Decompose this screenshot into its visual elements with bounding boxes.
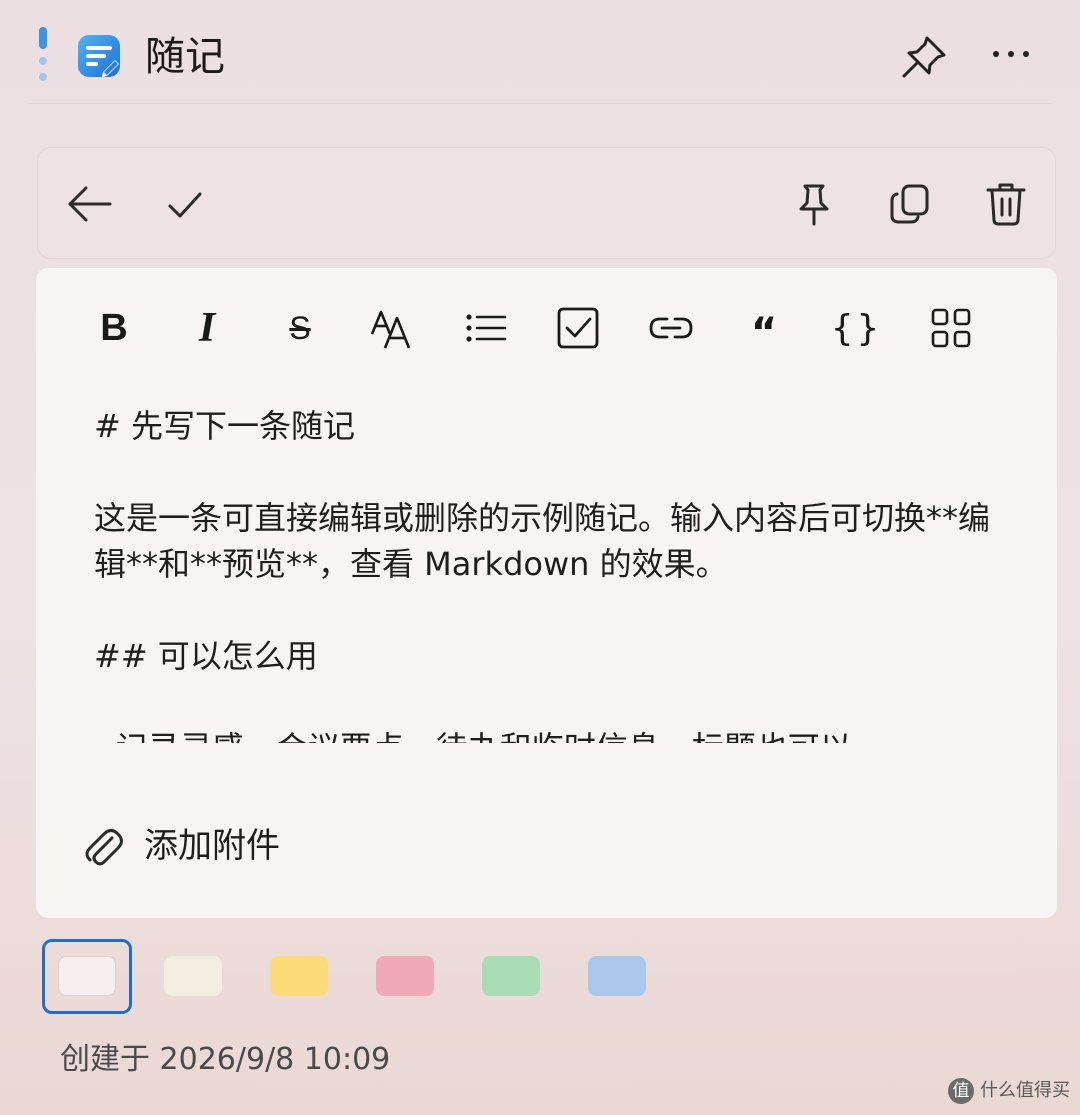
title-divider	[28, 103, 1052, 104]
bold-icon: B	[100, 306, 128, 349]
app-title: 随记	[145, 34, 225, 80]
code-icon: {}	[831, 307, 883, 349]
grid-icon	[931, 308, 971, 348]
more-options-icon[interactable]	[985, 32, 1037, 82]
checkbox-button[interactable]	[550, 300, 606, 356]
italic-icon: I	[198, 305, 216, 351]
watermark: 值 什么值得买	[948, 1075, 1076, 1109]
color-swatch-yellow[interactable]	[270, 956, 328, 996]
color-swatch-cream[interactable]	[164, 956, 222, 996]
bullet-list-button[interactable]	[457, 300, 513, 356]
note-toolbar	[37, 147, 1056, 259]
color-swatch-pink[interactable]	[376, 956, 434, 996]
font-size-icon	[370, 310, 411, 349]
font-size-button[interactable]	[364, 300, 420, 356]
paperclip-icon	[85, 829, 123, 866]
note-editor[interactable]: # 先写下一条随记 这是一条可直接编辑或删除的示例随记。输入内容后可切换**编辑…	[94, 403, 1014, 743]
color-swatch-green[interactable]	[482, 956, 540, 996]
back-arrow-icon[interactable]	[62, 176, 118, 232]
add-attachment-button[interactable]: 添加附件	[82, 816, 382, 876]
title-bar: 随记	[0, 0, 1080, 104]
strikethrough-icon: S	[289, 309, 311, 346]
add-attachment-label: 添加附件	[144, 826, 280, 866]
bold-button[interactable]: B	[86, 300, 142, 356]
link-button[interactable]	[643, 300, 699, 356]
copy-icon[interactable]	[882, 176, 938, 232]
notes-app-icon	[78, 35, 120, 77]
strikethrough-button[interactable]: S	[272, 300, 328, 356]
watermark-text: 什么值得买	[980, 1080, 1070, 1101]
quote-icon: “	[750, 310, 778, 356]
checkbox-icon	[557, 307, 599, 349]
pin-window-icon[interactable]	[898, 32, 950, 82]
quote-button[interactable]: “	[736, 300, 792, 356]
created-timestamp: 创建于 2026/9/8 10:09	[60, 1042, 391, 1077]
watermark-logo: 值	[948, 1078, 974, 1104]
trash-icon[interactable]	[978, 176, 1034, 232]
color-swatch-white[interactable]	[58, 956, 116, 996]
link-icon	[649, 317, 693, 339]
color-swatch-blue[interactable]	[588, 956, 646, 996]
bullet-list-icon	[466, 314, 507, 342]
pin-note-icon[interactable]	[786, 176, 842, 232]
drag-handle-icon[interactable]	[37, 27, 49, 83]
check-icon[interactable]	[156, 176, 212, 232]
code-button[interactable]: {}	[829, 300, 885, 356]
italic-button[interactable]: I	[179, 300, 235, 356]
more-formats-button[interactable]	[923, 300, 979, 356]
editor-card: B I S “ {} # 先写下一条随记 这是一条可直接编辑或删除的示例随记。输…	[36, 268, 1057, 918]
